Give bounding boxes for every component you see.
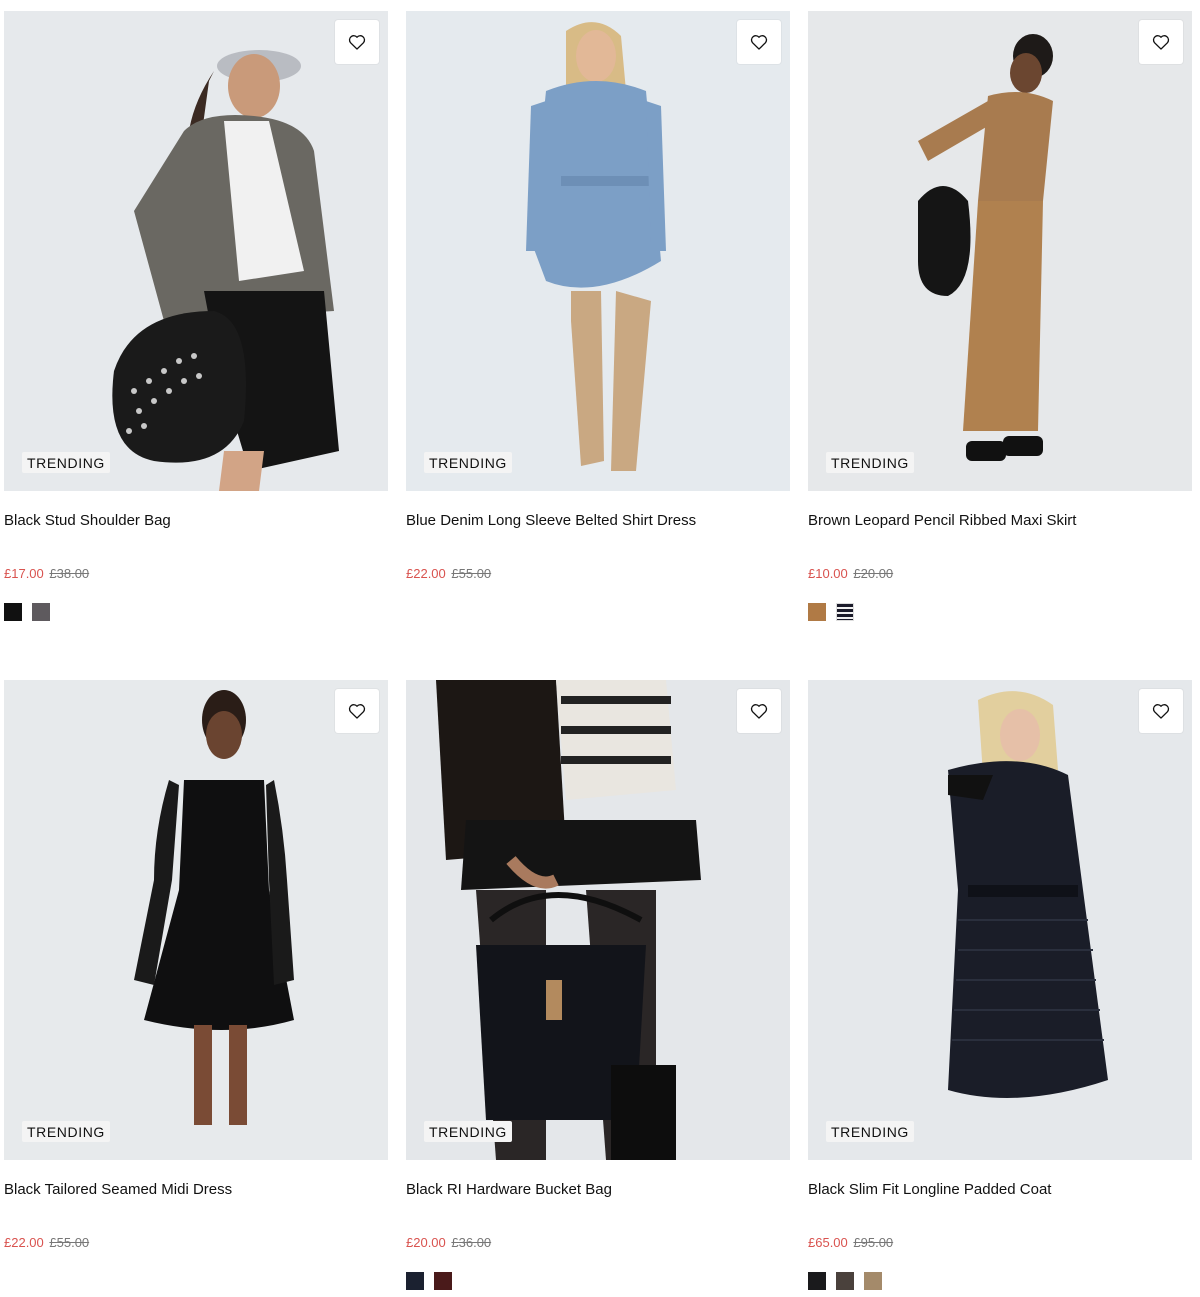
color-swatch[interactable] — [808, 603, 826, 621]
model-photo — [526, 22, 666, 471]
color-swatches — [808, 1272, 1192, 1290]
product-grid: TRENDING Black Stud Shoulder Bag £17.00 … — [0, 0, 1200, 1297]
model-photo — [948, 691, 1108, 1098]
sale-price: £10.00 — [808, 566, 848, 581]
model-photo — [436, 680, 701, 1160]
wishlist-button[interactable] — [1139, 689, 1183, 733]
product-price: £65.00 £95.00 — [808, 1234, 1192, 1252]
product-price: £22.00 £55.00 — [406, 565, 790, 583]
wishlist-button[interactable] — [1139, 20, 1183, 64]
heart-outline-icon — [348, 35, 366, 50]
product-title[interactable]: Black Slim Fit Longline Padded Coat — [808, 1180, 1192, 1200]
heart-outline-icon — [750, 35, 768, 50]
wishlist-button[interactable] — [335, 689, 379, 733]
wishlist-button[interactable] — [737, 20, 781, 64]
color-swatch[interactable] — [808, 1272, 826, 1290]
color-swatches — [4, 1272, 388, 1290]
product-title[interactable]: Brown Leopard Pencil Ribbed Maxi Skirt — [808, 511, 1192, 531]
product-price: £20.00 £36.00 — [406, 1234, 790, 1252]
sale-price: £17.00 — [4, 566, 44, 581]
sale-price: £22.00 — [4, 1235, 44, 1250]
heart-outline-icon — [1152, 704, 1170, 719]
product-image[interactable]: TRENDING — [4, 680, 388, 1160]
original-price: £95.00 — [853, 1235, 894, 1250]
original-price: £38.00 — [49, 566, 90, 581]
product-card: TRENDING Black Tailored Seamed Midi Dres… — [4, 680, 388, 1290]
product-image[interactable]: TRENDING — [4, 11, 388, 491]
product-card: TRENDING Brown Leopard Pencil Ribbed Max… — [808, 11, 1192, 621]
model-photo — [134, 690, 294, 1125]
trending-badge: TRENDING — [424, 1121, 512, 1142]
product-price: £22.00 £55.00 — [4, 1234, 388, 1252]
color-swatches — [808, 603, 1192, 621]
color-swatch[interactable] — [836, 603, 854, 621]
heart-outline-icon — [750, 704, 768, 719]
product-card: TRENDING Black RI Hardware Bucket Bag £2… — [406, 680, 790, 1290]
color-swatch[interactable] — [836, 1272, 854, 1290]
product-image[interactable]: TRENDING — [406, 680, 790, 1160]
sale-price: £65.00 — [808, 1235, 848, 1250]
trending-badge: TRENDING — [22, 452, 110, 473]
product-card: TRENDING Black Slim Fit Longline Padded … — [808, 680, 1192, 1290]
product-title[interactable]: Black Tailored Seamed Midi Dress — [4, 1180, 388, 1200]
sale-price: £22.00 — [406, 566, 446, 581]
product-image[interactable]: TRENDING — [808, 11, 1192, 491]
product-image[interactable]: TRENDING — [406, 11, 790, 491]
product-card: TRENDING Blue Denim Long Sleeve Belted S… — [406, 11, 790, 621]
product-title[interactable]: Blue Denim Long Sleeve Belted Shirt Dres… — [406, 511, 790, 531]
heart-outline-icon — [1152, 35, 1170, 50]
product-title[interactable]: Black RI Hardware Bucket Bag — [406, 1180, 790, 1200]
trending-badge: TRENDING — [826, 452, 914, 473]
trending-badge: TRENDING — [424, 452, 512, 473]
color-swatch[interactable] — [434, 1272, 452, 1290]
wishlist-button[interactable] — [335, 20, 379, 64]
original-price: £36.00 — [451, 1235, 492, 1250]
color-swatches — [406, 603, 790, 621]
model-photo — [112, 50, 339, 491]
original-price: £20.00 — [853, 566, 894, 581]
color-swatches — [4, 603, 388, 621]
color-swatch[interactable] — [4, 603, 22, 621]
product-title[interactable]: Black Stud Shoulder Bag — [4, 511, 388, 531]
model-photo — [918, 34, 1053, 461]
heart-outline-icon — [348, 704, 366, 719]
product-image[interactable]: TRENDING — [808, 680, 1192, 1160]
color-swatch[interactable] — [406, 1272, 424, 1290]
product-price: £10.00 £20.00 — [808, 565, 1192, 583]
wishlist-button[interactable] — [737, 689, 781, 733]
original-price: £55.00 — [49, 1235, 90, 1250]
original-price: £55.00 — [451, 566, 492, 581]
product-price: £17.00 £38.00 — [4, 565, 388, 583]
product-card: TRENDING Black Stud Shoulder Bag £17.00 … — [4, 11, 388, 621]
color-swatches — [406, 1272, 790, 1290]
sale-price: £20.00 — [406, 1235, 446, 1250]
color-swatch[interactable] — [864, 1272, 882, 1290]
trending-badge: TRENDING — [22, 1121, 110, 1142]
color-swatch[interactable] — [32, 603, 50, 621]
trending-badge: TRENDING — [826, 1121, 914, 1142]
